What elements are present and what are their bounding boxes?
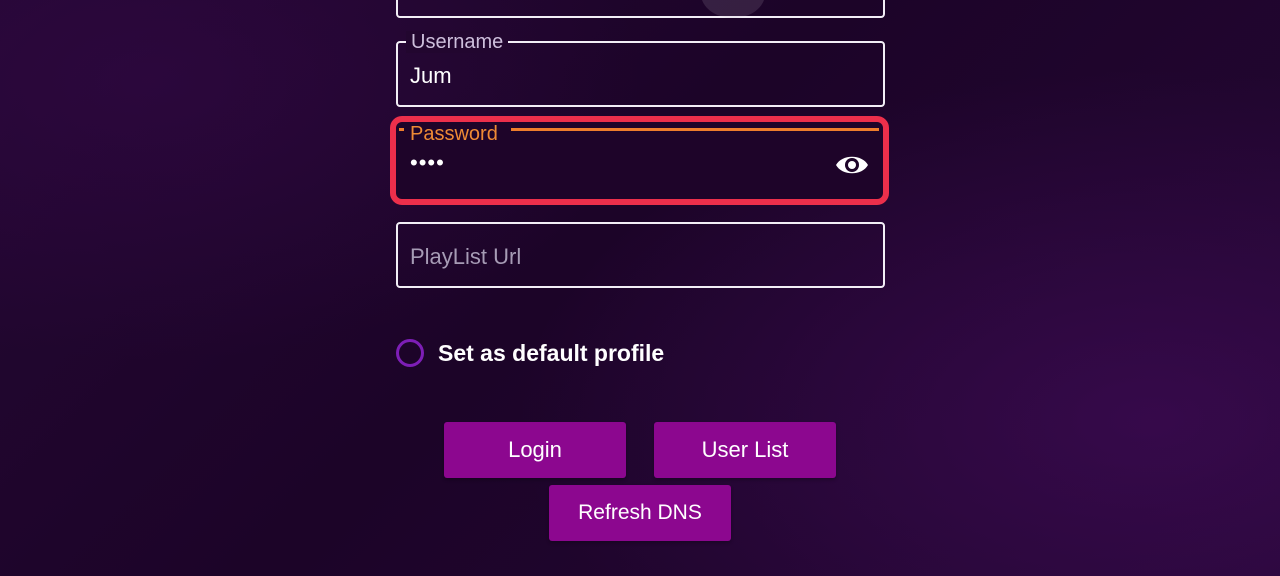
password-outline-left <box>399 128 404 131</box>
username-value[interactable]: Jum <box>410 63 452 89</box>
password-value[interactable]: •••• <box>410 150 445 176</box>
previous-input-field[interactable] <box>396 0 885 18</box>
password-outline-top <box>511 128 879 131</box>
refresh-dns-button[interactable]: Refresh DNS <box>549 485 731 541</box>
playlist-url-field[interactable]: PlayList Url <box>396 222 885 288</box>
default-profile-radio[interactable] <box>396 339 424 367</box>
default-profile-label[interactable]: Set as default profile <box>438 339 664 367</box>
username-field[interactable]: Username Jum <box>396 31 885 107</box>
playlist-url-placeholder: PlayList Url <box>410 244 522 269</box>
password-label: Password <box>410 123 498 145</box>
eye-icon[interactable] <box>835 152 869 178</box>
username-label: Username <box>406 31 509 53</box>
login-button[interactable]: Login <box>444 422 626 478</box>
user-list-button[interactable]: User List <box>654 422 836 478</box>
